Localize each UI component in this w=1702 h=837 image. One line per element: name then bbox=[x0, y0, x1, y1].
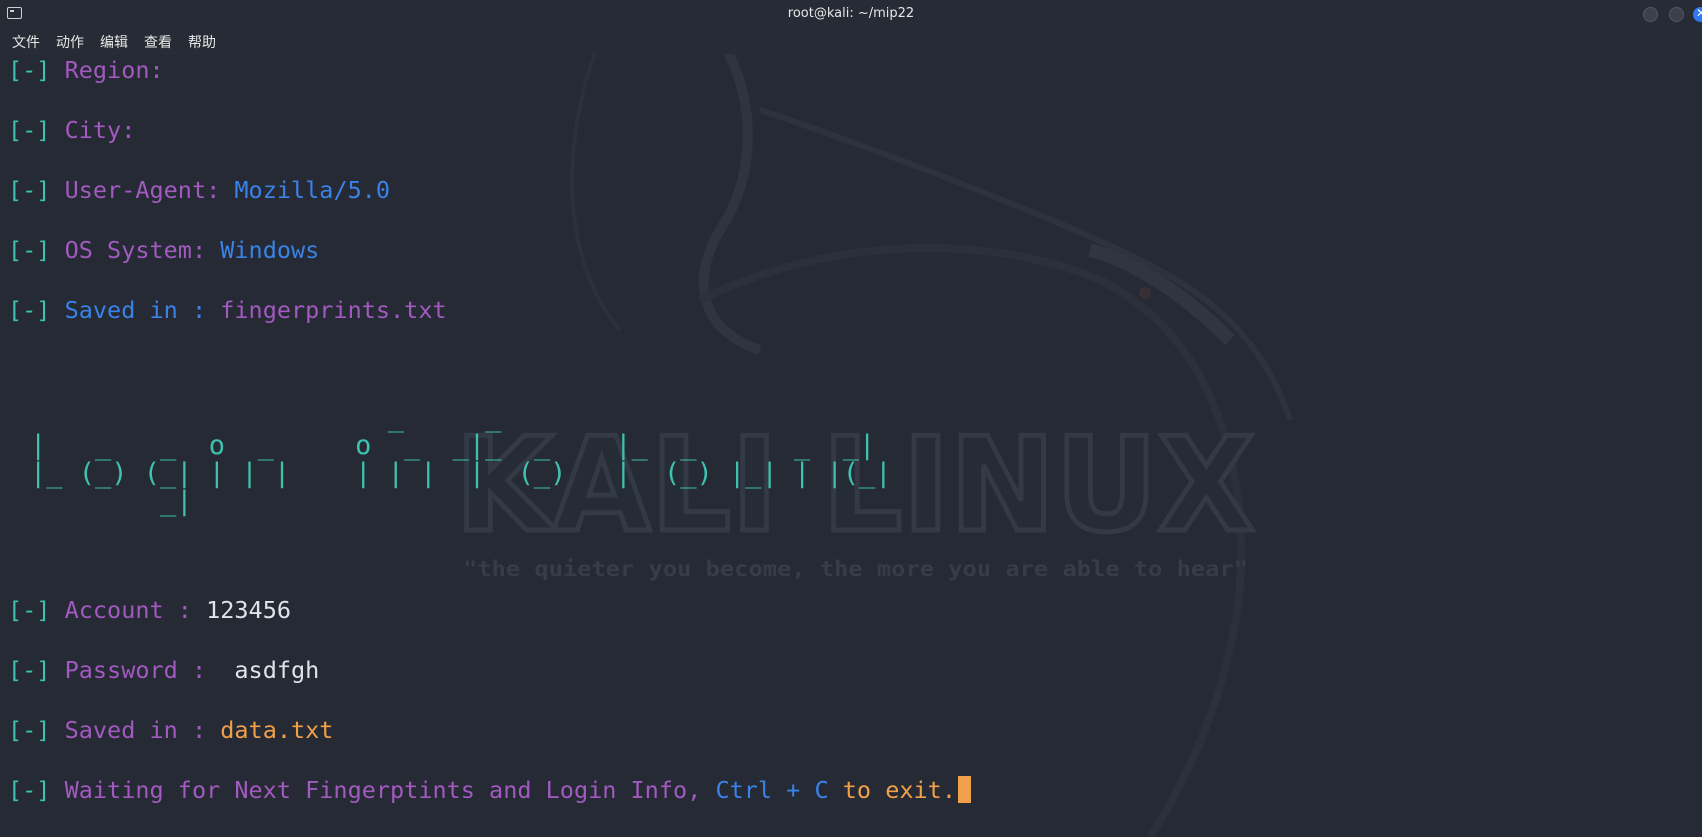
login-info-found-banner: _ _ | _ _ o _ o _ _|_ _ |_ _ _ _| |_ (_)… bbox=[30, 402, 892, 517]
ctrl-c-hint: Ctrl + C bbox=[715, 776, 829, 804]
saved-in-label: Saved in : bbox=[64, 716, 207, 744]
menu-edit[interactable]: 编辑 bbox=[100, 32, 128, 52]
user-agent-value: Mozilla/5.0 bbox=[234, 176, 391, 204]
menu-actions[interactable]: 动作 bbox=[56, 32, 84, 52]
line-city: [-] City: bbox=[8, 116, 135, 144]
user-agent-label: User-Agent: bbox=[64, 176, 221, 204]
password-value: asdfgh bbox=[220, 656, 320, 684]
bracket: [-] bbox=[8, 716, 51, 744]
minimize-button[interactable] bbox=[1643, 7, 1658, 22]
line-password: [-] Password : asdfgh bbox=[8, 656, 319, 684]
bracket: [-] bbox=[8, 116, 51, 144]
window-title: root@kali: ~/mip22 bbox=[787, 6, 915, 21]
saved-in-label: Saved in : bbox=[64, 296, 207, 324]
line-saved-fingerprints: [-] Saved in : fingerprints.txt bbox=[8, 296, 447, 324]
menu-bar: 文件 动作 编辑 查看 帮助 bbox=[0, 28, 1702, 54]
account-label: Account : bbox=[64, 596, 192, 624]
bracket: [-] bbox=[8, 776, 51, 804]
password-label: Password : bbox=[64, 656, 207, 684]
line-os-system: [-] OS System: Windows bbox=[8, 236, 319, 264]
exit-text: to exit. bbox=[842, 776, 956, 804]
bracket: [-] bbox=[8, 656, 51, 684]
os-system-label: OS System: bbox=[64, 236, 207, 264]
line-account: [-] Account : 123456 bbox=[8, 596, 291, 624]
maximize-button[interactable] bbox=[1669, 7, 1684, 22]
bracket: [-] bbox=[8, 296, 51, 324]
terminal-window: KALI LINUX "the quieter you become, the … bbox=[0, 0, 1702, 837]
line-saved-data: [-] Saved in : data.txt bbox=[8, 716, 333, 744]
fingerprints-file: fingerprints.txt bbox=[220, 296, 447, 324]
close-icon: ✕ bbox=[1696, 6, 1702, 20]
city-label: City: bbox=[64, 116, 136, 144]
bracket: [-] bbox=[8, 176, 51, 204]
text-cursor bbox=[957, 776, 971, 803]
line-region: [-] Region: bbox=[8, 56, 164, 84]
bracket: [-] bbox=[8, 596, 51, 624]
os-system-value: Windows bbox=[220, 236, 320, 264]
account-value: 123456 bbox=[206, 596, 291, 624]
menu-file[interactable]: 文件 bbox=[12, 32, 40, 52]
bracket: [-] bbox=[8, 236, 51, 264]
line-user-agent: [-] User-Agent: Mozilla/5.0 bbox=[8, 176, 390, 204]
bracket: [-] bbox=[8, 56, 51, 84]
title-bar[interactable]: root@kali: ~/mip22 ✕ bbox=[0, 0, 1702, 28]
waiting-message: Waiting for Next Fingerptints and Login … bbox=[64, 776, 702, 804]
terminal-output[interactable]: [-] Region: [-] City: [-] User-Agent: Mo… bbox=[0, 54, 1702, 837]
close-button[interactable]: ✕ bbox=[1693, 6, 1702, 22]
menu-view[interactable]: 查看 bbox=[144, 32, 172, 52]
line-waiting: [-] Waiting for Next Fingerptints and Lo… bbox=[8, 776, 971, 804]
data-file: data.txt bbox=[220, 716, 334, 744]
region-label: Region: bbox=[64, 56, 164, 84]
menu-help[interactable]: 帮助 bbox=[188, 32, 216, 52]
